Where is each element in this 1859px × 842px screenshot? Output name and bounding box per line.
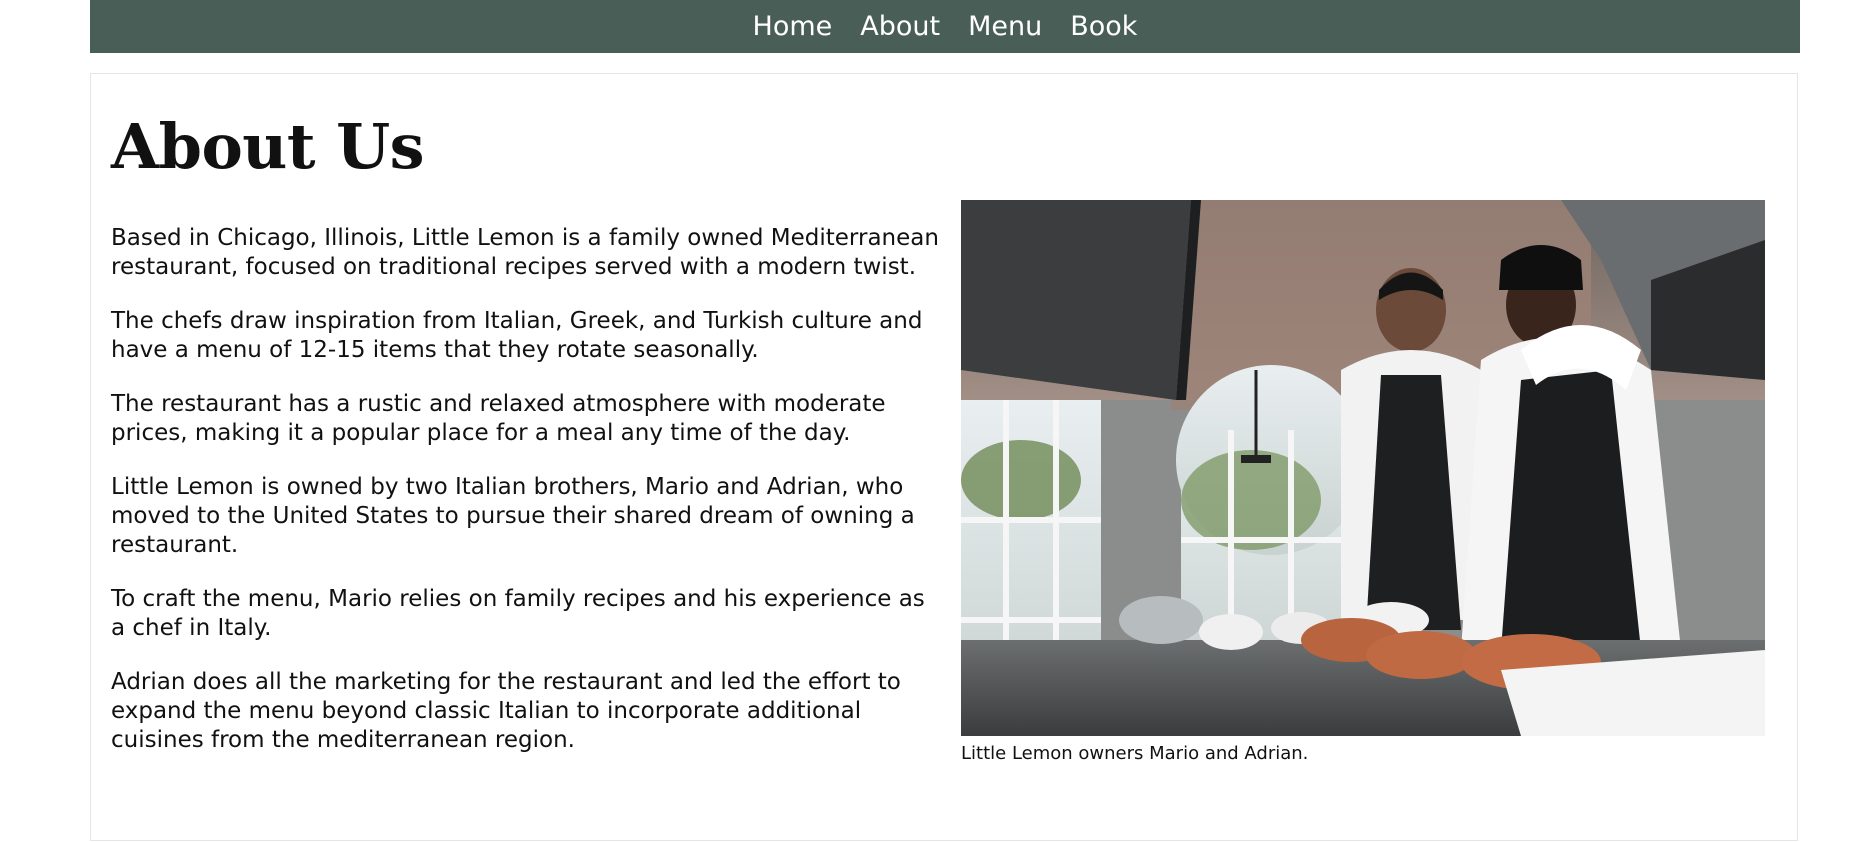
chefs-kitchen-image	[961, 200, 1765, 736]
about-text: Based in Chicago, Illinois, Little Lemon…	[111, 224, 941, 780]
nav-link-about[interactable]: About	[860, 13, 940, 40]
about-paragraph-owners: Little Lemon is owned by two Italian bro…	[111, 474, 915, 558]
nav-link-home[interactable]: Home	[753, 13, 833, 40]
about-paragraph-adrian: Adrian does all the marketing for the re…	[111, 669, 901, 753]
owners-figure: Little Lemon owners Mario and Adrian.	[961, 200, 1765, 766]
nav-link-menu[interactable]: Menu	[968, 13, 1042, 40]
main-navigation: Home About Menu Book	[90, 0, 1800, 53]
nav-link-book[interactable]: Book	[1070, 13, 1137, 40]
about-paragraph-mario: To craft the menu, Mario relies on famil…	[111, 586, 925, 641]
photo-caption: Little Lemon owners Mario and Adrian.	[961, 743, 1309, 764]
about-paragraph-location: Based in Chicago, Illinois, Little Lemon…	[111, 225, 939, 280]
about-paragraph-atmosphere: The restaurant has a rustic and relaxed …	[111, 391, 886, 446]
owners-photo	[961, 200, 1765, 736]
page-title: About Us	[111, 110, 425, 183]
about-paragraph-chefs: The chefs draw inspiration from Italian,…	[111, 308, 923, 363]
